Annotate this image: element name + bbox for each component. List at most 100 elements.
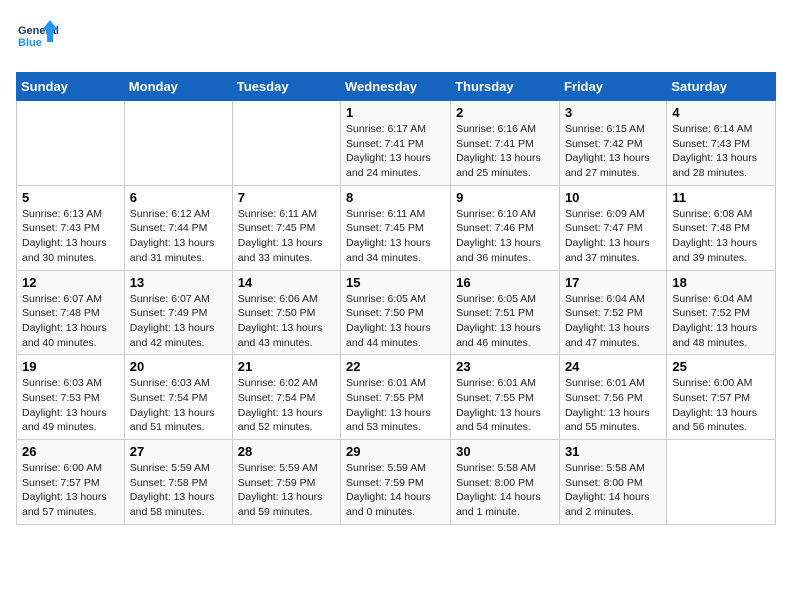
day-info: Sunrise: 6:08 AM Sunset: 7:48 PM Dayligh… — [672, 207, 770, 266]
day-number: 13 — [130, 275, 227, 290]
calendar-week-row: 5Sunrise: 6:13 AM Sunset: 7:43 PM Daylig… — [17, 185, 776, 270]
calendar-week-row: 12 Sunrise: 6:07 AM Sunset: 7:48 PM Dayli… — [17, 270, 776, 355]
day-info: Sunrise: 6:01 AM Sunset: 7:56 PM Dayligh… — [565, 376, 661, 435]
day-info: Sunrise: 6:16 AM Sunset: 7:41 PM Dayligh… — [456, 122, 554, 181]
day-info: Sunrise: 6:17 AM Sunset: 7:41 PM Dayligh… — [346, 122, 445, 181]
day-number: 22 — [346, 359, 445, 374]
day-info: Sunrise: 6:10 AM Sunset: 7:46 PM Dayligh… — [456, 207, 554, 266]
calendar-week-row: 1 Sunrise: 6:17 AM Sunset: 7:41 PM Daylig… — [17, 101, 776, 186]
calendar-cell: 10 Sunrise: 6:09 AM Sunset: 7:47 PM Dayli… — [559, 185, 666, 270]
calendar-cell — [124, 101, 232, 186]
calendar-cell: 6Sunrise: 6:12 AM Sunset: 7:44 PM Daylig… — [124, 185, 232, 270]
calendar-cell — [17, 101, 125, 186]
day-number: 10 — [565, 190, 661, 205]
calendar-cell: 20 Sunrise: 6:03 AM Sunset: 7:54 PM Dayli… — [124, 355, 232, 440]
day-of-week-thursday: Thursday — [451, 73, 560, 101]
day-number: 27 — [130, 444, 227, 459]
calendar-cell: 16Sunrise: 6:05 AM Sunset: 7:51 PM Dayli… — [451, 270, 560, 355]
day-info: Sunrise: 6:09 AM Sunset: 7:47 PM Dayligh… — [565, 207, 661, 266]
logo: General Blue — [16, 16, 60, 60]
day-info: Sunrise: 6:15 AM Sunset: 7:42 PM Dayligh… — [565, 122, 661, 181]
day-of-week-monday: Monday — [124, 73, 232, 101]
day-number: 17 — [565, 275, 661, 290]
day-number: 7 — [238, 190, 335, 205]
day-number: 24 — [565, 359, 661, 374]
calendar-cell — [232, 101, 340, 186]
day-info: Sunrise: 6:00 AM Sunset: 7:57 PM Dayligh… — [672, 376, 770, 435]
calendar-cell: 27Sunrise: 5:59 AM Sunset: 7:58 PM Dayli… — [124, 440, 232, 525]
calendar-cell: 3 Sunrise: 6:15 AM Sunset: 7:42 PM Daylig… — [559, 101, 666, 186]
calendar-header-row: SundayMondayTuesdayWednesdayThursdayFrid… — [17, 73, 776, 101]
calendar-cell: 11 Sunrise: 6:08 AM Sunset: 7:48 PM Dayli… — [667, 185, 776, 270]
day-number: 23 — [456, 359, 554, 374]
day-info: Sunrise: 6:04 AM Sunset: 7:52 PM Dayligh… — [672, 292, 770, 351]
day-info: Sunrise: 5:58 AM Sunset: 8:00 PM Dayligh… — [565, 461, 661, 520]
page-header: General Blue — [16, 16, 776, 60]
day-number: 11 — [672, 190, 770, 205]
day-info: Sunrise: 6:11 AM Sunset: 7:45 PM Dayligh… — [346, 207, 445, 266]
calendar-cell: 22 Sunrise: 6:01 AM Sunset: 7:55 PM Dayli… — [341, 355, 451, 440]
day-number: 31 — [565, 444, 661, 459]
day-number: 28 — [238, 444, 335, 459]
calendar-cell: 9 Sunrise: 6:10 AM Sunset: 7:46 PM Daylig… — [451, 185, 560, 270]
day-info: Sunrise: 6:00 AM Sunset: 7:57 PM Dayligh… — [22, 461, 119, 520]
day-info: Sunrise: 6:03 AM Sunset: 7:54 PM Dayligh… — [130, 376, 227, 435]
calendar-cell: 31 Sunrise: 5:58 AM Sunset: 8:00 PM Dayli… — [559, 440, 666, 525]
day-info: Sunrise: 6:03 AM Sunset: 7:53 PM Dayligh… — [22, 376, 119, 435]
day-number: 18 — [672, 275, 770, 290]
day-number: 1 — [346, 105, 445, 120]
day-of-week-tuesday: Tuesday — [232, 73, 340, 101]
svg-text:Blue: Blue — [18, 37, 42, 49]
day-number: 26 — [22, 444, 119, 459]
day-number: 16 — [456, 275, 554, 290]
day-number: 21 — [238, 359, 335, 374]
day-info: Sunrise: 5:59 AM Sunset: 7:59 PM Dayligh… — [238, 461, 335, 520]
calendar-cell — [667, 440, 776, 525]
calendar-cell: 14Sunrise: 6:06 AM Sunset: 7:50 PM Dayli… — [232, 270, 340, 355]
calendar-cell: 4 Sunrise: 6:14 AM Sunset: 7:43 PM Daylig… — [667, 101, 776, 186]
calendar-cell: 7 Sunrise: 6:11 AM Sunset: 7:45 PM Daylig… — [232, 185, 340, 270]
calendar-table: SundayMondayTuesdayWednesdayThursdayFrid… — [16, 72, 776, 525]
day-number: 3 — [565, 105, 661, 120]
calendar-cell: 18 Sunrise: 6:04 AM Sunset: 7:52 PM Dayli… — [667, 270, 776, 355]
day-number: 30 — [456, 444, 554, 459]
calendar-cell: 12 Sunrise: 6:07 AM Sunset: 7:48 PM Dayli… — [17, 270, 125, 355]
day-info: Sunrise: 6:01 AM Sunset: 7:55 PM Dayligh… — [346, 376, 445, 435]
calendar-cell: 8 Sunrise: 6:11 AM Sunset: 7:45 PM Daylig… — [341, 185, 451, 270]
day-info: Sunrise: 6:07 AM Sunset: 7:48 PM Dayligh… — [22, 292, 119, 351]
day-info: Sunrise: 6:02 AM Sunset: 7:54 PM Dayligh… — [238, 376, 335, 435]
calendar-cell: 25 Sunrise: 6:00 AM Sunset: 7:57 PM Dayli… — [667, 355, 776, 440]
day-info: Sunrise: 6:01 AM Sunset: 7:55 PM Dayligh… — [456, 376, 554, 435]
day-number: 25 — [672, 359, 770, 374]
day-info: Sunrise: 6:07 AM Sunset: 7:49 PM Dayligh… — [130, 292, 227, 351]
day-number: 9 — [456, 190, 554, 205]
day-of-week-saturday: Saturday — [667, 73, 776, 101]
calendar-cell: 21 Sunrise: 6:02 AM Sunset: 7:54 PM Dayli… — [232, 355, 340, 440]
day-number: 20 — [130, 359, 227, 374]
calendar-cell: 24 Sunrise: 6:01 AM Sunset: 7:56 PM Dayli… — [559, 355, 666, 440]
calendar-cell: 29Sunrise: 5:59 AM Sunset: 7:59 PM Dayli… — [341, 440, 451, 525]
calendar-cell: 5Sunrise: 6:13 AM Sunset: 7:43 PM Daylig… — [17, 185, 125, 270]
day-of-week-sunday: Sunday — [17, 73, 125, 101]
calendar-cell: 23 Sunrise: 6:01 AM Sunset: 7:55 PM Dayli… — [451, 355, 560, 440]
day-number: 14 — [238, 275, 335, 290]
day-number: 12 — [22, 275, 119, 290]
day-info: Sunrise: 6:12 AM Sunset: 7:44 PM Dayligh… — [130, 207, 227, 266]
day-info: Sunrise: 5:59 AM Sunset: 7:59 PM Dayligh… — [346, 461, 445, 520]
day-info: Sunrise: 6:04 AM Sunset: 7:52 PM Dayligh… — [565, 292, 661, 351]
calendar-week-row: 26 Sunrise: 6:00 AM Sunset: 7:57 PM Dayli… — [17, 440, 776, 525]
day-of-week-friday: Friday — [559, 73, 666, 101]
day-number: 4 — [672, 105, 770, 120]
calendar-week-row: 19Sunrise: 6:03 AM Sunset: 7:53 PM Dayli… — [17, 355, 776, 440]
calendar-cell: 19Sunrise: 6:03 AM Sunset: 7:53 PM Dayli… — [17, 355, 125, 440]
day-number: 8 — [346, 190, 445, 205]
calendar-cell: 26 Sunrise: 6:00 AM Sunset: 7:57 PM Dayli… — [17, 440, 125, 525]
day-info: Sunrise: 6:11 AM Sunset: 7:45 PM Dayligh… — [238, 207, 335, 266]
calendar-cell: 13 Sunrise: 6:07 AM Sunset: 7:49 PM Dayli… — [124, 270, 232, 355]
day-info: Sunrise: 6:05 AM Sunset: 7:50 PM Dayligh… — [346, 292, 445, 351]
day-info: Sunrise: 6:14 AM Sunset: 7:43 PM Dayligh… — [672, 122, 770, 181]
calendar-cell: 28 Sunrise: 5:59 AM Sunset: 7:59 PM Dayli… — [232, 440, 340, 525]
calendar-cell: 2Sunrise: 6:16 AM Sunset: 7:41 PM Daylig… — [451, 101, 560, 186]
calendar-cell: 30Sunrise: 5:58 AM Sunset: 8:00 PM Dayli… — [451, 440, 560, 525]
day-number: 5 — [22, 190, 119, 205]
